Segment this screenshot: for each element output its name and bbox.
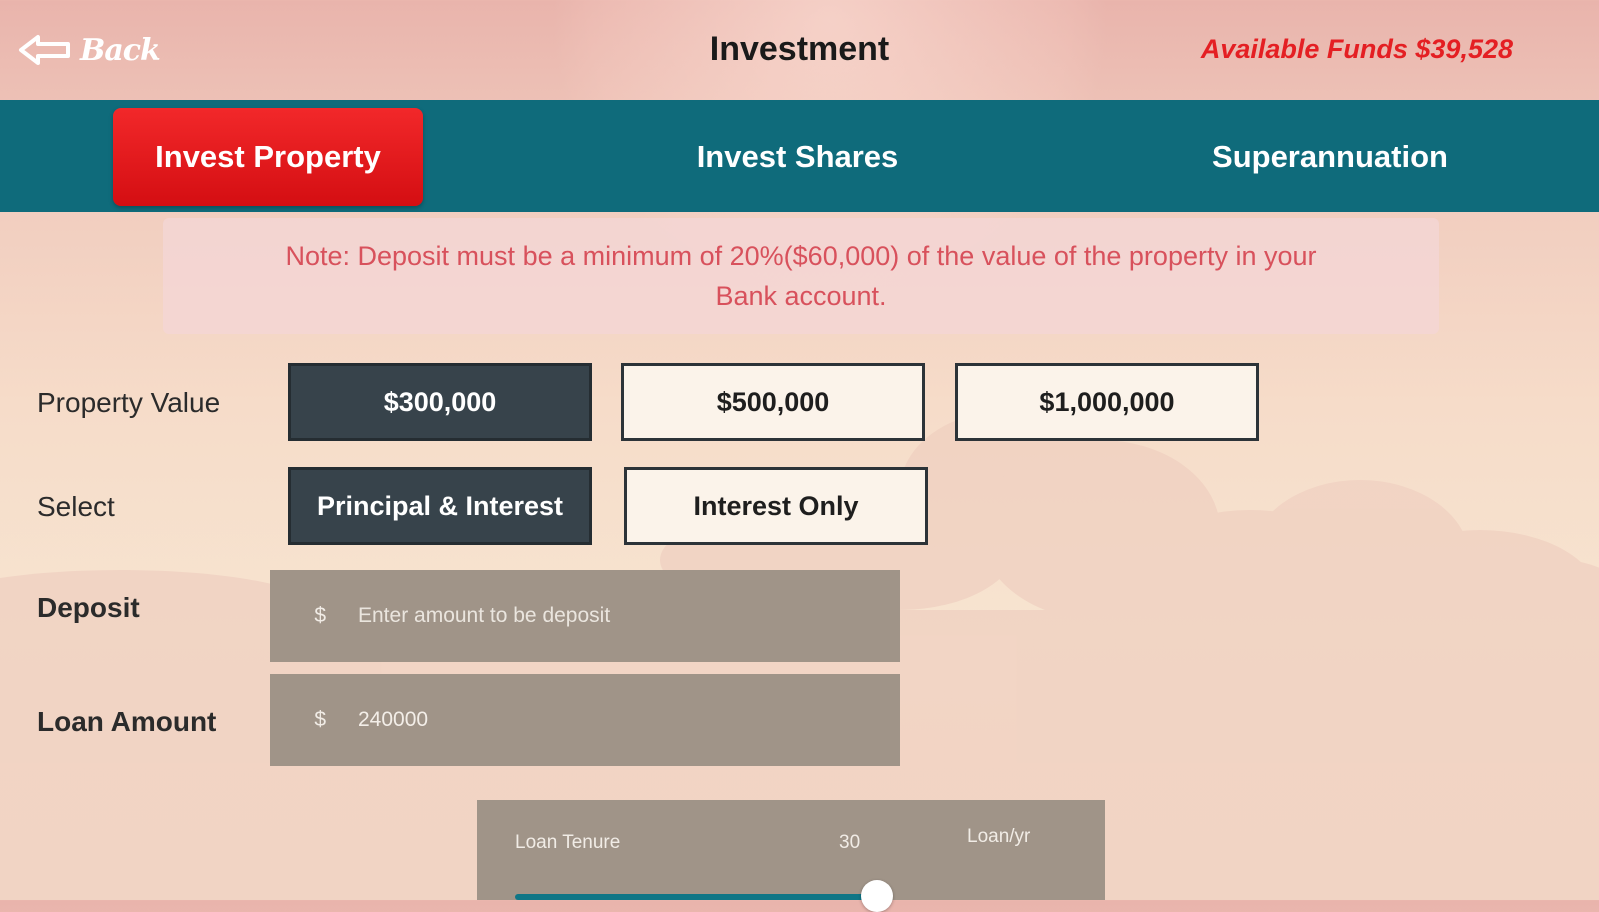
loan-amount-field: $ (270, 674, 900, 766)
property-value-option-1m[interactable]: $1,000,000 (955, 363, 1259, 441)
loan-tenure-unit: Loan/yr (967, 826, 1031, 847)
deposit-input[interactable] (346, 604, 900, 628)
loan-amount-label: Loan Amount (37, 706, 217, 737)
note-line-2: Bank account. (715, 281, 887, 311)
property-value-option-300k[interactable]: $300,000 (288, 363, 592, 441)
tab-invest-shares[interactable]: Invest Shares (640, 108, 955, 206)
loan-tenure-label: Loan Tenure (515, 832, 621, 853)
loan-type-label: Select (37, 491, 115, 522)
loan-tenure-value: 30 (839, 832, 861, 853)
tab-invest-property[interactable]: Invest Property (113, 108, 423, 206)
tab-bar: Invest Property Invest Shares Superannua… (0, 100, 1599, 212)
loan-tenure-slider-thumb[interactable] (861, 880, 893, 912)
property-value-option-500k[interactable]: $500,000 (621, 363, 925, 441)
loan-tenure-slider-track[interactable] (515, 894, 877, 900)
deposit-currency: $ (314, 604, 326, 627)
loan-amount-currency: $ (314, 708, 326, 731)
tab-superannuation[interactable]: Superannuation (1170, 108, 1490, 206)
option-principal-interest[interactable]: Principal & Interest (288, 467, 592, 545)
deposit-field: $ (270, 570, 900, 662)
deposit-label: Deposit (37, 592, 140, 623)
loan-tenure-panel: Loan Tenure 30 Loan/yr (477, 800, 1105, 912)
deposit-note: Note: Deposit must be a minimum of 20%($… (163, 218, 1439, 334)
option-interest-only[interactable]: Interest Only (624, 467, 928, 545)
note-line-1: Note: Deposit must be a minimum of 20%($… (285, 241, 1317, 271)
loan-amount-input[interactable] (346, 708, 900, 732)
top-bar: Back Investment Available Funds $39,528 (0, 0, 1599, 100)
property-value-label: Property Value (37, 387, 221, 418)
available-funds: Available Funds $39,528 (1200, 34, 1513, 64)
